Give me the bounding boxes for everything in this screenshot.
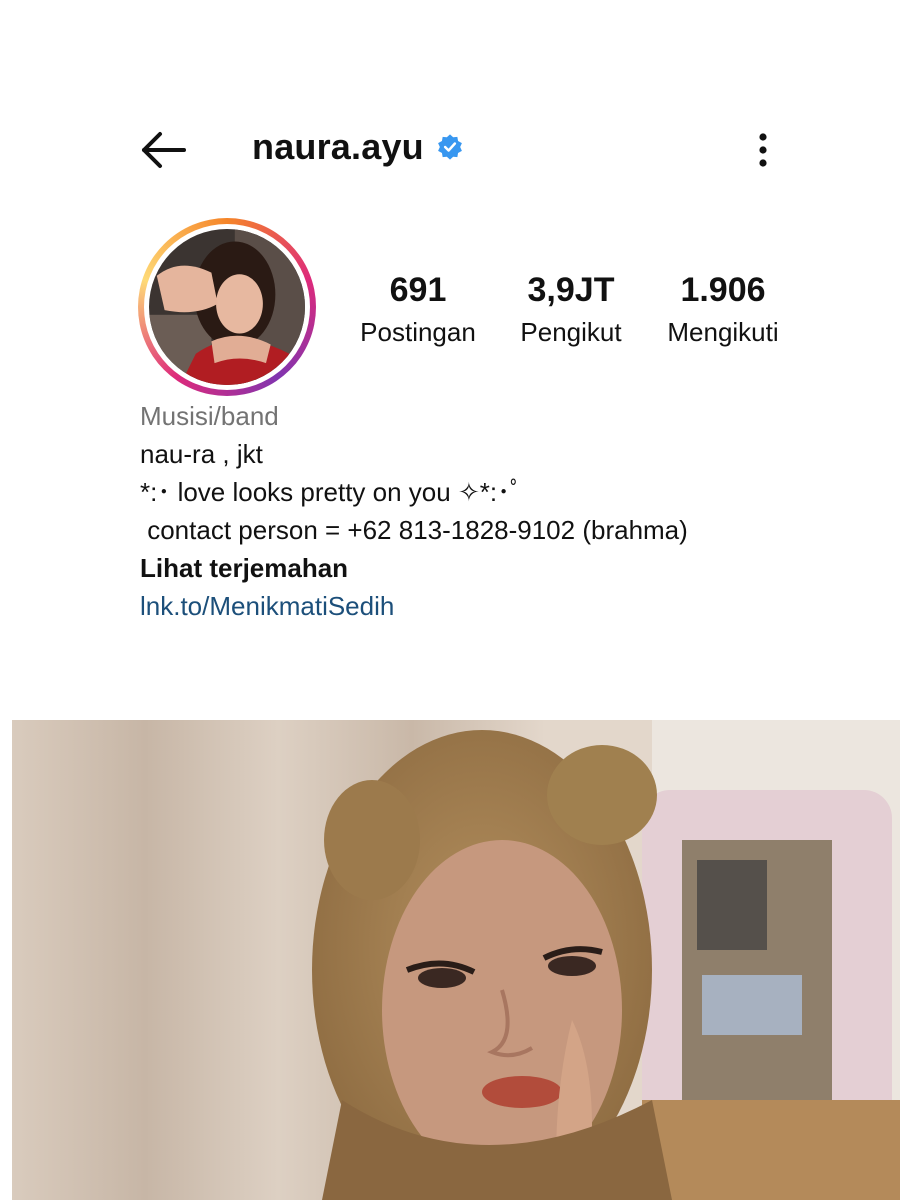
stat-following-label: Mengikuti bbox=[667, 317, 779, 347]
see-translation-button[interactable]: Lihat terjemahan bbox=[140, 549, 860, 587]
avatar-image bbox=[149, 229, 305, 385]
stat-following-value: 1.906 bbox=[680, 271, 766, 309]
arrow-left-icon bbox=[142, 132, 186, 168]
profile-name-line: nau-ra , jkt bbox=[140, 439, 263, 469]
stat-following[interactable]: 1.906 Mengikuti bbox=[660, 268, 786, 352]
avatar-ring-gap bbox=[144, 224, 310, 390]
profile-header: naura.ayu bbox=[0, 120, 900, 180]
bio-line-2: contact person = +62 813-1828-9102 (brah… bbox=[140, 515, 688, 545]
profile-title: naura.ayu bbox=[252, 126, 464, 168]
profile-bio: Musisi/band nau-ra , jkt *:･ love looks … bbox=[140, 397, 860, 625]
more-options-button[interactable] bbox=[748, 128, 778, 172]
bio-line-1: *:･ love looks pretty on you ✧*:･ﾟ bbox=[140, 477, 524, 507]
more-vertical-icon bbox=[759, 133, 767, 167]
avatar-photo bbox=[149, 229, 305, 385]
stat-posts[interactable]: 691 Postingan bbox=[355, 268, 481, 352]
photo-image bbox=[12, 720, 900, 1200]
stat-posts-label: Postingan bbox=[360, 317, 476, 347]
profile-category: Musisi/band bbox=[140, 401, 279, 431]
bio-link[interactable]: lnk.to/MenikmatiSedih bbox=[140, 587, 860, 625]
profile-avatar[interactable] bbox=[138, 218, 316, 396]
back-button[interactable] bbox=[138, 128, 190, 172]
stat-posts-value: 691 bbox=[389, 271, 447, 309]
username: naura.ayu bbox=[252, 126, 424, 167]
stat-followers-label: Pengikut bbox=[520, 317, 622, 347]
stat-followers[interactable]: 3,9JT Pengikut bbox=[515, 268, 627, 352]
photo bbox=[12, 720, 900, 1200]
verified-badge-icon bbox=[437, 134, 462, 160]
stat-followers-value: 3,9JT bbox=[527, 271, 615, 309]
